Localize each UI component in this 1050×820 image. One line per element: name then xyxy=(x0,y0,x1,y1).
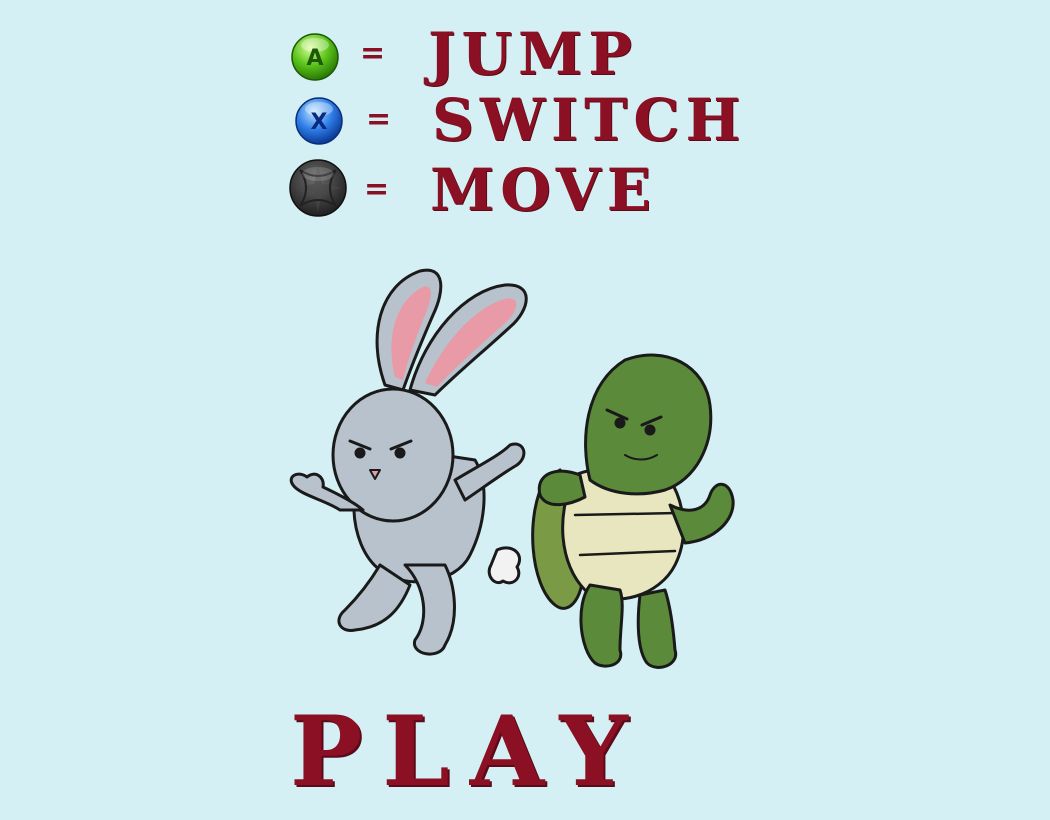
play-label: Play xyxy=(290,695,648,808)
a-button-icon: A xyxy=(291,33,339,81)
action-label-move: Move xyxy=(430,156,657,224)
a-button-letter: A xyxy=(306,46,323,71)
characters-illustration xyxy=(289,268,735,669)
action-label-switch: Switch xyxy=(432,86,747,154)
dpad-icon xyxy=(289,159,347,217)
action-label-jump: Jump xyxy=(428,20,638,88)
play-button[interactable]: Play xyxy=(290,702,750,802)
equals-sign: = xyxy=(366,102,392,137)
rabbit-character xyxy=(289,268,528,656)
x-button-icon: X xyxy=(295,97,343,145)
turtle-character xyxy=(531,353,735,669)
x-button-letter: X xyxy=(311,110,328,135)
equals-sign: = xyxy=(364,172,390,207)
equals-sign: = xyxy=(360,36,386,71)
